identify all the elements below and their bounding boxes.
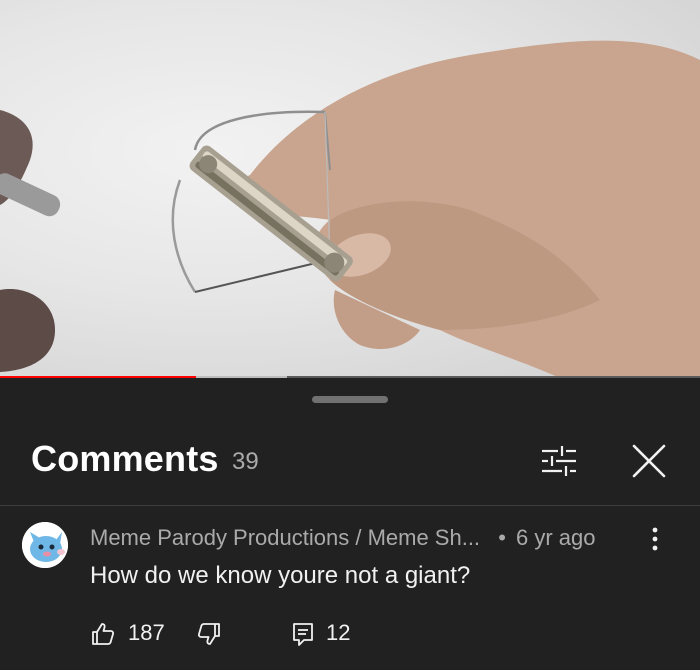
- reply-count: 12: [326, 620, 351, 645]
- avatar[interactable]: [22, 522, 68, 568]
- reply-button[interactable]: 12: [290, 619, 370, 649]
- avatar-image: [22, 522, 68, 568]
- comment-more-button[interactable]: [640, 524, 670, 554]
- comment-actions: 187 12: [90, 619, 410, 649]
- close-button[interactable]: [624, 436, 674, 486]
- reply-icon: [293, 623, 313, 646]
- comment-item: Meme Parody Productions / Meme Sh... • 6…: [0, 506, 700, 670]
- video-frame-image: [0, 40, 700, 378]
- meta-separator: •: [498, 525, 506, 550]
- comment-text: How do we know youre not a giant?: [90, 562, 471, 589]
- comments-header: Comments 39: [0, 436, 700, 486]
- like-count: 187: [128, 620, 165, 645]
- thumbs-up-icon: [92, 623, 115, 645]
- progress-played: [0, 376, 196, 378]
- close-icon: [632, 444, 666, 478]
- comment-meta: Meme Parody Productions / Meme Sh... • 6…: [90, 525, 596, 551]
- thumbs-down-icon: [197, 623, 220, 645]
- sliders-icon: [542, 446, 576, 476]
- sort-filter-button[interactable]: [536, 438, 582, 484]
- video-player[interactable]: [0, 0, 700, 378]
- comments-count: 39: [232, 448, 259, 475]
- comments-title: Comments: [31, 438, 219, 479]
- comment-time: 6 yr ago: [516, 525, 596, 550]
- video-progress-bar[interactable]: [0, 376, 700, 378]
- dislike-button[interactable]: [196, 619, 230, 649]
- like-button[interactable]: 187: [90, 619, 170, 649]
- comment-author[interactable]: Meme Parody Productions / Meme Sh...: [90, 525, 480, 550]
- comments-panel: Comments 39 Meme Parody Productions / Me…: [0, 381, 700, 670]
- more-vertical-icon: [652, 527, 658, 551]
- drag-handle[interactable]: [312, 396, 388, 403]
